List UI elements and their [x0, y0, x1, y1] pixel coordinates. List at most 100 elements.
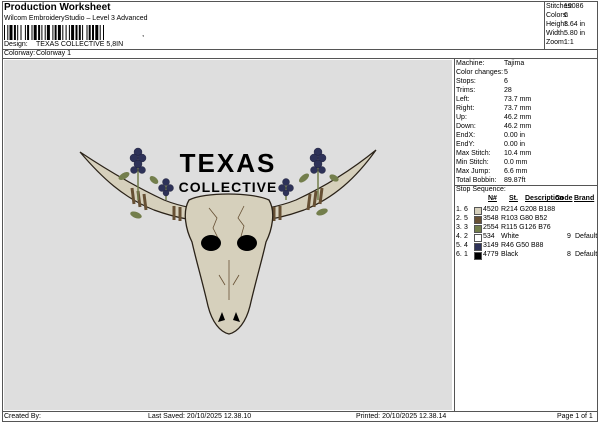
stop-sequence-row: 2. 5 3548 R103 G80 B52 [456, 215, 596, 224]
seq-description: R214 G208 B188 [501, 206, 556, 213]
machine-value: 73.7 mm [504, 105, 532, 112]
machine-row: Down: 46.2 mm [456, 123, 531, 130]
page-number: Page 1 of 1 [557, 413, 593, 420]
machine-label: Machine: [456, 60, 485, 67]
machine-value: 89.87ft [504, 177, 526, 184]
stop-sequence-title: Stop Sequence: [456, 186, 506, 193]
col-code: Code [555, 195, 573, 202]
seq-needle: 5 [464, 215, 468, 222]
seq-needle: 2 [464, 233, 468, 240]
seq-description: Black [501, 251, 519, 258]
seq-code: 8 [567, 251, 571, 258]
seq-stop: 4. [456, 233, 462, 240]
seq-stop: 6. [456, 251, 462, 258]
machine-row: Machine: Tajima [456, 60, 524, 67]
machine-row: Total Bobbin: 89.87ft [456, 177, 525, 184]
seq-stitches: 2554 [483, 224, 499, 231]
machine-value: 0.0 mm [504, 159, 528, 166]
machine-value: 46.2 mm [504, 114, 532, 121]
barcode [4, 25, 104, 40]
stop-sequence-row: 6. 1 4779 Black 8 Default [456, 251, 598, 260]
stat-value: 6 [564, 12, 568, 19]
col-st: St. [509, 195, 518, 202]
machine-row: EndY: 0.00 in [456, 141, 525, 148]
color-swatch [474, 216, 482, 224]
machine-label: Color changes: [456, 69, 504, 76]
machine-value: 6 [504, 78, 508, 85]
barcode-text: , [142, 29, 145, 38]
stop-sequence-row: 3. 3 2554 R115 G126 B76 [456, 224, 596, 233]
colorway-label: Colorway: [4, 50, 36, 57]
machine-label: Min Stitch: [456, 159, 489, 166]
right-eye-socket [237, 235, 257, 251]
machine-row: Min Stitch: 0.0 mm [456, 159, 527, 166]
stat-row: Stitches: 19086 [546, 3, 583, 10]
frame-right-line [597, 1, 598, 422]
machine-row: Right: 73.7 mm [456, 105, 531, 112]
color-swatch [474, 243, 482, 251]
stop-sequence-row: 5. 4 3149 R46 G50 B88 [456, 242, 596, 251]
machine-label: Up: [456, 114, 467, 121]
machine-value: 10.4 mm [504, 150, 532, 157]
machine-value: 5 [504, 69, 508, 76]
content-divider [2, 58, 598, 59]
seq-description: R103 G80 B52 [501, 215, 548, 222]
machine-label: Right: [456, 105, 475, 112]
color-swatch [474, 252, 482, 260]
stat-value: 19086 [564, 3, 584, 10]
color-swatch [474, 225, 482, 233]
machine-row: Color changes: 5 [456, 69, 508, 76]
machine-label: Max Jump: [456, 168, 491, 175]
machine-row: Max Stitch: 10.4 mm [456, 150, 531, 157]
created-by: Created By: [4, 413, 41, 420]
col-brand: Brand [574, 195, 595, 202]
stat-label: Width: [546, 30, 566, 37]
page-title: Production Worksheet [4, 2, 111, 13]
seq-brand: Default [575, 251, 598, 258]
frame-bottom-line [2, 421, 598, 422]
stats-divider [544, 1, 545, 49]
seq-stitches: 4520 [483, 206, 499, 213]
machine-label: Left: [456, 96, 470, 103]
seq-brand: Default [575, 233, 598, 240]
colorway-name: Colorway 1 [36, 50, 72, 57]
design-preview: TEXAS COLLECTIVE [4, 60, 452, 410]
stop-sequence-row: 1. 6 4520 R214 G208 B188 [456, 206, 596, 215]
machine-row: Stops: 6 [456, 78, 508, 85]
machine-value: 73.7 mm [504, 96, 532, 103]
seq-code: 9 [567, 233, 571, 240]
machine-value: 0.00 in [504, 132, 526, 139]
header-divider [2, 49, 598, 50]
machine-row: EndX: 0.00 in [456, 132, 525, 139]
machine-label: Total Bobbin: [456, 177, 497, 184]
machine-value: 46.2 mm [504, 123, 532, 130]
seq-needle: 4 [464, 242, 468, 249]
machine-label: Trims: [456, 87, 476, 94]
seq-stop: 3. [456, 224, 462, 231]
seq-stop: 2. [456, 215, 462, 222]
machine-label: Max Stitch: [456, 150, 491, 157]
stop-sequence-row: 4. 2 534 White 9 Default [456, 233, 598, 242]
stat-value: 5.80 in [564, 30, 586, 37]
machine-value: 6.6 mm [504, 168, 528, 175]
seq-stitches: 3548 [483, 215, 499, 222]
seq-stitches: 534 [483, 233, 495, 240]
machine-label: EndX: [456, 132, 476, 139]
machine-value: Tajima [504, 60, 525, 67]
embroidery-design: TEXAS COLLECTIVE [79, 147, 377, 335]
stat-row: Height: 3.64 in [546, 21, 585, 28]
frame-left-line [2, 1, 3, 422]
seq-stop: 1. [456, 206, 462, 213]
seq-needle: 6 [464, 206, 468, 213]
stat-label: Zoom: [546, 39, 566, 46]
seq-stop: 5. [456, 242, 462, 249]
panel-divider [454, 58, 455, 411]
footer-divider [2, 411, 598, 412]
machine-value: 28 [504, 87, 512, 94]
stat-row: Width: 5.80 in [546, 30, 585, 37]
design-name: TEXAS COLLECTIVE 5,8IN [36, 41, 124, 48]
last-saved: Last Saved: 20/10/2025 12.38.10 [148, 413, 252, 420]
seq-needle: 3 [464, 224, 468, 231]
stat-row: Zoom: 1:1 [546, 39, 574, 46]
machine-row: Trims: 28 [456, 87, 512, 94]
